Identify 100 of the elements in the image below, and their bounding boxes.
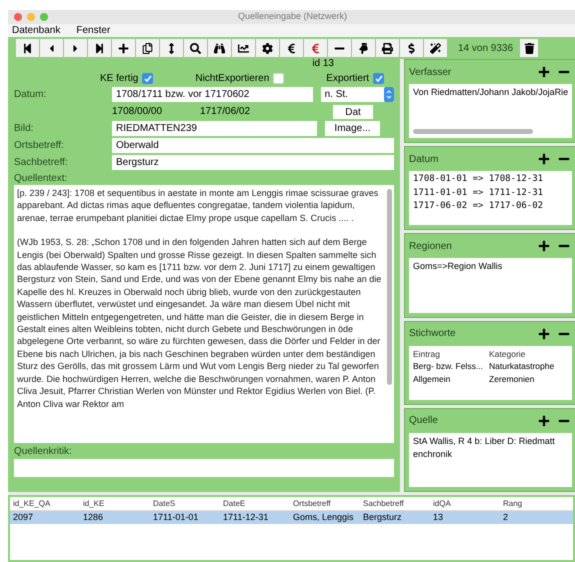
close-button[interactable] xyxy=(14,13,22,21)
column-header: DateS xyxy=(152,498,176,510)
check-icon xyxy=(374,74,383,82)
toolbar-button[interactable] xyxy=(184,39,207,57)
column-header: idQA xyxy=(432,498,452,510)
checkbox-label: NichtExportieren xyxy=(195,72,270,86)
list-item: Goms=>Region Wallis xyxy=(413,260,504,274)
checkbox[interactable] xyxy=(373,73,384,84)
list-item: 1708-01-01 => 1708-12-31 xyxy=(413,173,544,186)
start-date: 1708/00/00 xyxy=(112,105,164,119)
trash-icon xyxy=(524,42,535,54)
checkbox[interactable] xyxy=(142,73,154,84)
place-field[interactable]: Oberwald xyxy=(112,138,394,153)
column-header: id_KE xyxy=(82,498,106,510)
list-cell-text: Berg- bzw. Felss... xyxy=(413,360,484,374)
toolbar-button[interactable] xyxy=(280,39,303,57)
toolbar-button[interactable] xyxy=(136,39,159,57)
menu-item[interactable]: Datenbank xyxy=(12,23,60,38)
search-icon xyxy=(190,42,201,54)
subject-field[interactable]: Bergsturz xyxy=(112,155,394,170)
table-row[interactable]: 2097 1286 1711-01-01 1711-12-31 Goms, Lenggis Bergsturz 13 2 xyxy=(10,511,573,524)
date-field[interactable]: 1708/1711 bzw. vor 17170602 xyxy=(112,87,313,102)
field-label: Sachbetreff: xyxy=(14,156,69,170)
toolbar-button[interactable] xyxy=(88,39,111,57)
toolbar-button[interactable] xyxy=(64,39,87,57)
toolbar-button[interactable] xyxy=(232,39,255,57)
table-cell-text: 1286 xyxy=(82,510,104,524)
table-cell-text: 1711-12-31 xyxy=(222,510,270,524)
field-label: Bild: xyxy=(14,122,34,136)
field-label: Quellenkritik: xyxy=(14,444,73,458)
image-field[interactable]: RIEDMATTEN239 xyxy=(112,121,317,136)
toolbar-button[interactable] xyxy=(328,39,351,57)
list-item: enchronik xyxy=(413,448,454,462)
calendar-style-select[interactable]: n. St. xyxy=(320,87,394,102)
last-record-icon xyxy=(94,42,105,54)
toolbar-button[interactable] xyxy=(208,39,231,57)
plus-icon xyxy=(538,240,550,252)
table-cell-text: 2097 xyxy=(12,510,34,524)
toolbar-button[interactable] xyxy=(16,39,39,57)
text-paragraph: [p. 239 / 243]: 1708 et sequentibus in aestate in monte am Lenggis rimae scissurae graves apparebant. Ad dictas rimas aque defluentes congregatae, tandem violentia lapidum, arenae, terrae erumpebant planitiei dictae Elmy prope usque capellam S. Crucis .... . xyxy=(17,187,380,224)
toolbar-button[interactable] xyxy=(112,39,135,57)
toolbar-button[interactable] xyxy=(400,39,423,57)
column-header: Sachbetreff xyxy=(362,498,405,510)
image-button[interactable]: Image... xyxy=(325,121,380,136)
field-label: Datum: xyxy=(14,88,48,102)
toolbar-button[interactable] xyxy=(376,39,399,57)
panel-title: Datum xyxy=(409,152,438,167)
vertical-arrows-icon xyxy=(166,42,177,54)
stepper-icon xyxy=(384,87,394,102)
plus-icon xyxy=(538,66,550,78)
first-record-icon xyxy=(22,42,33,54)
plus-icon xyxy=(118,42,129,54)
toolbar-button[interactable] xyxy=(40,39,63,57)
column-header: Rang xyxy=(502,498,524,510)
column-header: DateE xyxy=(222,498,246,510)
document-icon xyxy=(142,42,153,54)
field-label: Quellentext: xyxy=(14,172,68,186)
list-item: 1717-06-02 => 1717-06-02 xyxy=(413,200,544,214)
source-critique-field[interactable] xyxy=(14,459,394,477)
column-header: Eintrag xyxy=(413,348,441,360)
check-icon xyxy=(144,74,152,82)
panel-title: Verfasser xyxy=(409,66,452,80)
plus-icon xyxy=(538,153,550,166)
delete-button[interactable] xyxy=(520,39,538,57)
chart-icon xyxy=(238,42,249,54)
toolbar-button[interactable] xyxy=(160,39,183,57)
table-cell-text: Bergsturz xyxy=(362,510,403,524)
table-cell-text: Goms, Lenggis xyxy=(292,510,355,524)
end-date: 1717/06/02 xyxy=(200,105,252,119)
menu-item[interactable]: Fenster xyxy=(76,23,110,38)
source-text-area[interactable] xyxy=(14,185,394,443)
dollar-icon xyxy=(406,42,417,54)
list-cell-text: Allgemein xyxy=(413,373,452,386)
checkbox[interactable] xyxy=(273,73,284,84)
list-item: Von Riedmatten/Johann Jakob/JojaRie xyxy=(413,86,568,99)
dat-button[interactable]: Dat xyxy=(333,104,373,118)
toolbar-button[interactable] xyxy=(424,39,447,57)
record-id: id 13 xyxy=(312,57,334,71)
list-item: 1711-01-01 => 1711-12-31 xyxy=(413,186,544,200)
hand-pointer-icon xyxy=(358,42,369,54)
toolbar-button[interactable] xyxy=(256,39,279,57)
column-header: Ortsbetreff xyxy=(292,498,332,510)
binoculars-icon xyxy=(214,42,225,54)
settings-icon xyxy=(262,42,273,54)
list-cell-text: Zeremonien xyxy=(489,373,536,386)
horizontal-scrollbar[interactable] xyxy=(413,129,533,134)
toolbar-button[interactable] xyxy=(352,39,375,57)
plus-icon xyxy=(538,328,550,340)
list-cell-text: Naturkatastrophe xyxy=(489,360,556,374)
table-cell-text: 13 xyxy=(432,510,444,524)
printer-icon xyxy=(382,42,393,54)
magic-wand-icon xyxy=(430,42,441,54)
plus-icon xyxy=(538,414,550,427)
checkbox-label: KE fertig xyxy=(100,72,138,86)
table-cell-text: 2 xyxy=(502,510,510,524)
text-paragraph: (WJb 1953, S. 28: „Schon 1708 und in den folgenden Jahren hatten sich auf dem Berge Lengis (bei Oberwald) Spalten und grosse Risse gezeigt. In diesen Spalten sammelte sich das ablaufende Wasser, so kam es [1711 bzw. vor dem 2. Juni 1717] zu einem gewaltigen Bergsturz von Stein, Sand und Erde, und was von der Ebene genannt Elmy bis nahe an die Kapelle des hl. Kreuzes in Oberwald noch übrig blieb, wurde von den zurückgestauten Wassern überflutet, verwüstet und eingesandet. Ja wäre man diesem Übel nicht mit geistlichen Mitteln entgegengetreten, und hätte man die Geister, die in diesem Berge in Gestalt eines alten Weibleins tobten, nicht durch Gebete und Beschwörungen in öde abgelegene Orte verbannt, so wäre zu fürchten gewesen, dass die Dörfer und Felder in der Ebene bis nach Ulrichen, ja bis nach Geschinen begraben würden unter dem beständigen Sturz des Gerölls, das mit grossem Lärm und Wut vom Lengis Berg nieder zu Tal geworfen wurde. Die hochwürdigen Herren, welche die Beschwörungen vornahmen, waren P. Anton Cliva Jesuit, Pfarrer Christian Werlen von Münster und Rektor Egidius Werlen von Biel. (P. Anton Cliva war Rektor am xyxy=(17,236,382,410)
panel-title: Quelle xyxy=(409,414,438,428)
vertical-scrollbar[interactable] xyxy=(387,189,392,385)
table-cell-text: 1711-01-01 xyxy=(152,510,200,524)
panel-title: Stichworte xyxy=(409,327,456,342)
